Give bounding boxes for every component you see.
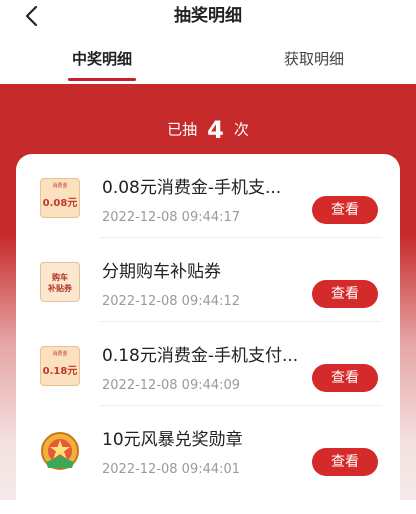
record-title: 0.08元消费金-手机支...	[102, 178, 282, 198]
record-item: 消费金 0.18元 0.18元消费金-手机支付... 2022-12-08 09…	[16, 322, 400, 406]
active-tab-indicator	[68, 78, 136, 81]
coupon-small-label: 消费金	[52, 183, 68, 189]
tab-winning-details[interactable]: 中奖明细	[72, 48, 132, 70]
draw-summary: 已抽 4 次	[0, 114, 416, 145]
record-time: 2022-12-08 09:44:09	[102, 378, 241, 393]
car-coupon-line1: 购车	[52, 273, 68, 282]
record-time: 2022-12-08 09:44:17	[102, 210, 241, 225]
records-card: 消费金 0.08元 0.08元消费金-手机支... 2022-12-08 09:…	[16, 154, 400, 514]
medal-badge-icon	[41, 432, 79, 470]
record-item: 10元风暴兑奖勋章 2022-12-08 09:44:01 查看	[16, 406, 400, 490]
coupon-value: 0.18元	[42, 366, 78, 377]
record-time: 2022-12-08 09:44:01	[102, 462, 241, 477]
record-item: 购车 补贴券 分期购车补贴券 2022-12-08 09:44:12 查看	[16, 238, 400, 322]
page-title: 抽奖明细	[174, 6, 242, 26]
coupon-thumbnail: 消费金 0.08元	[40, 178, 80, 218]
draw-count: 4	[207, 115, 224, 144]
coupon-small-label: 消费金	[52, 351, 68, 357]
summary-prefix: 已抽	[167, 120, 198, 139]
view-button[interactable]: 查看	[312, 364, 378, 392]
car-coupon-line2: 补贴券	[48, 284, 72, 293]
coupon-value: 0.08元	[42, 198, 78, 209]
record-title: 分期购车补贴券	[102, 262, 221, 282]
view-button[interactable]: 查看	[312, 280, 378, 308]
top-bar: 抽奖明细	[0, 0, 416, 34]
summary-suffix: 次	[233, 120, 249, 139]
coupon-thumbnail: 消费金 0.18元	[40, 346, 80, 386]
car-coupon-thumbnail: 购车 补贴券	[40, 262, 80, 302]
view-button[interactable]: 查看	[312, 448, 378, 476]
view-button[interactable]: 查看	[312, 196, 378, 224]
record-title: 0.18元消费金-手机支付...	[102, 346, 299, 366]
tab-obtain-details[interactable]: 获取明细	[284, 48, 344, 70]
record-item: 消费金 0.08元 0.08元消费金-手机支... 2022-12-08 09:…	[16, 154, 400, 238]
record-time: 2022-12-08 09:44:12	[102, 294, 241, 309]
tab-bar: 中奖明细 获取明细	[0, 38, 416, 81]
record-title: 10元风暴兑奖勋章	[102, 430, 243, 450]
